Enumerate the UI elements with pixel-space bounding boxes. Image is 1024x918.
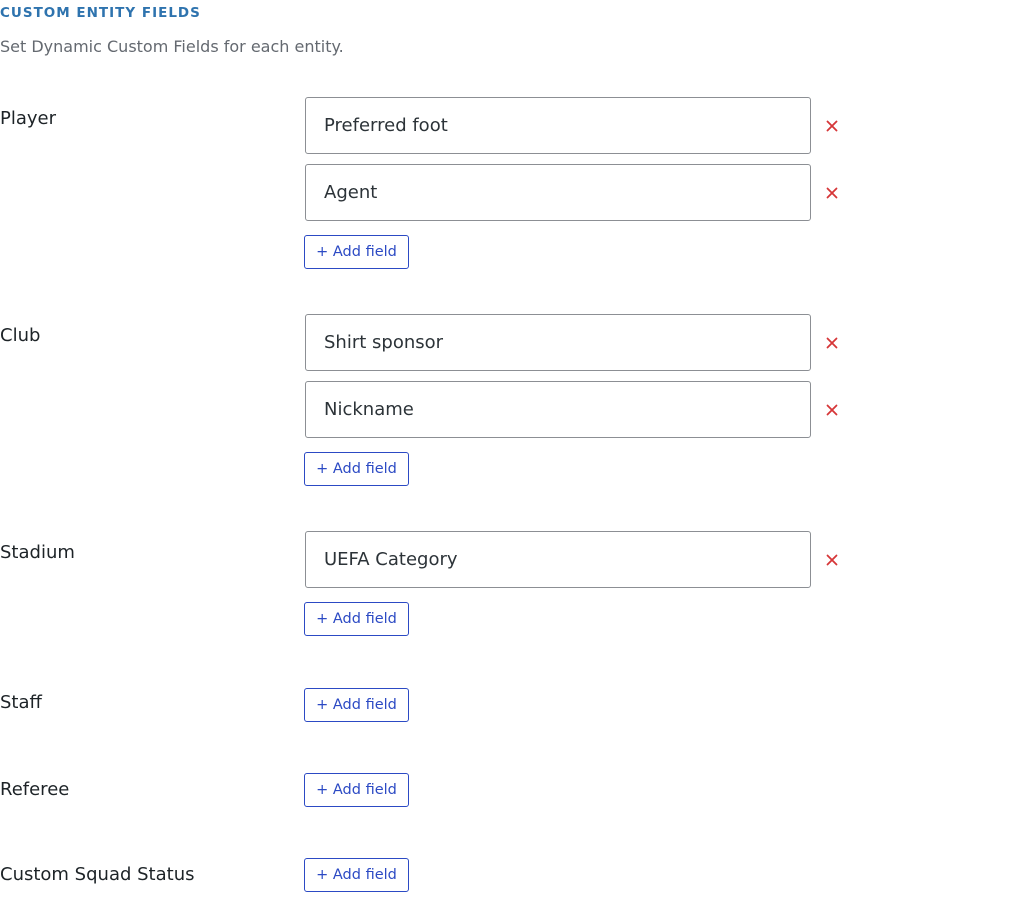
remove-field-icon[interactable]	[822, 116, 842, 136]
entity-label-player: Player	[0, 108, 57, 129]
player-field-input[interactable]	[305, 164, 811, 221]
section-title: CUSTOM ENTITY FIELDS	[0, 5, 201, 21]
add-field-button-player[interactable]: + Add field	[304, 235, 409, 269]
entity-label-staff: Staff	[0, 692, 42, 713]
entity-label-custom-squad-status: Custom Squad Status	[0, 864, 195, 885]
add-field-button-referee[interactable]: + Add field	[304, 773, 409, 807]
club-field-input[interactable]	[305, 314, 811, 371]
club-field-input[interactable]	[305, 381, 811, 438]
add-field-button-custom-squad-status[interactable]: + Add field	[304, 858, 409, 892]
entity-label-club: Club	[0, 325, 41, 346]
remove-field-icon[interactable]	[822, 183, 842, 203]
add-field-button-staff[interactable]: + Add field	[304, 688, 409, 722]
section-description: Set Dynamic Custom Fields for each entit…	[0, 37, 344, 56]
entity-label-referee: Referee	[0, 779, 70, 800]
remove-field-icon[interactable]	[822, 400, 842, 420]
stadium-field-input[interactable]	[305, 531, 811, 588]
add-field-button-club[interactable]: + Add field	[304, 452, 409, 486]
add-field-button-stadium[interactable]: + Add field	[304, 602, 409, 636]
remove-field-icon[interactable]	[822, 550, 842, 570]
entity-label-stadium: Stadium	[0, 542, 75, 563]
remove-field-icon[interactable]	[822, 333, 842, 353]
player-field-input[interactable]	[305, 97, 811, 154]
